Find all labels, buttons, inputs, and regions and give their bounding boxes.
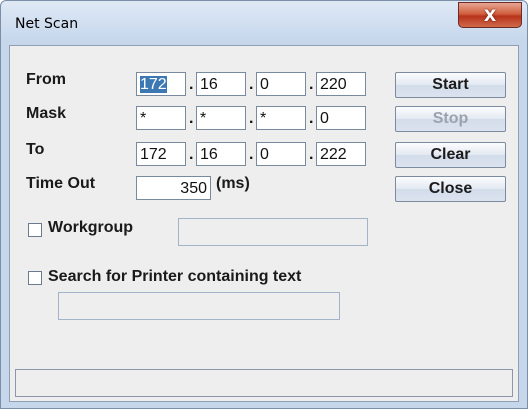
from-octet-1-value: 172 — [140, 76, 167, 93]
printer-search-input[interactable] — [58, 292, 340, 320]
mask-octet-1[interactable]: * — [136, 106, 186, 130]
window-title: Net Scan — [15, 16, 79, 32]
to-octet-2[interactable]: 16 — [196, 142, 246, 166]
mask-label: Mask — [26, 105, 67, 122]
title-bar[interactable]: Net Scan X — [1, 1, 527, 43]
from-octet-1[interactable]: 172 — [136, 72, 186, 96]
dot-separator: . — [249, 76, 254, 93]
timeout-unit: (ms) — [216, 175, 250, 192]
close-icon: X — [483, 6, 497, 25]
dialog-body: From 172 . 16 . 0 . 220 Mask * . * . * .… — [9, 45, 519, 402]
to-octet-1[interactable]: 172 — [136, 142, 186, 166]
dot-separator: . — [189, 146, 194, 163]
net-scan-window: Net Scan X From 172 . 16 . 0 . 220 Mask … — [0, 0, 528, 409]
dot-separator: . — [189, 110, 194, 127]
to-label: To — [26, 141, 45, 158]
dot-separator: . — [249, 110, 254, 127]
timeout-input[interactable]: 350 — [136, 176, 211, 200]
to-octet-4[interactable]: 222 — [316, 142, 366, 166]
mask-octet-3[interactable]: * — [256, 106, 306, 130]
from-octet-2[interactable]: 16 — [196, 72, 246, 96]
window-close-button[interactable]: X — [458, 2, 522, 28]
start-button[interactable]: Start — [395, 72, 506, 98]
workgroup-input[interactable] — [178, 218, 368, 246]
workgroup-label: Workgroup — [48, 219, 134, 236]
timeout-label: Time Out — [26, 175, 96, 192]
mask-octet-2[interactable]: * — [196, 106, 246, 130]
close-button[interactable]: Close — [395, 176, 506, 202]
from-label: From — [26, 71, 66, 88]
to-octet-3[interactable]: 0 — [256, 142, 306, 166]
dot-separator: . — [309, 146, 314, 163]
status-bar — [15, 369, 513, 397]
stop-button[interactable]: Stop — [395, 106, 506, 132]
dot-separator: . — [309, 110, 314, 127]
workgroup-checkbox[interactable] — [28, 223, 42, 237]
from-octet-4[interactable]: 220 — [316, 72, 366, 96]
mask-octet-4[interactable]: 0 — [316, 106, 366, 130]
printer-search-checkbox[interactable] — [28, 271, 42, 285]
dot-separator: . — [189, 76, 194, 93]
from-octet-3[interactable]: 0 — [256, 72, 306, 96]
dot-separator: . — [249, 146, 254, 163]
dot-separator: . — [309, 76, 314, 93]
clear-button[interactable]: Clear — [395, 142, 506, 168]
printer-search-label: Search for Printer containing text — [48, 268, 302, 285]
